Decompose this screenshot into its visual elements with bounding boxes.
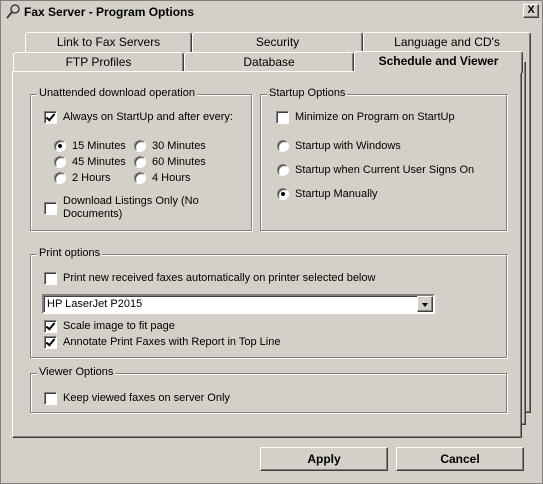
interval-label: 4 Hours (152, 172, 191, 184)
interval-label: 15 Minutes (72, 140, 126, 152)
window-title: Fax Server - Program Options (24, 5, 195, 19)
startup-with-windows-option[interactable]: Startup with Windows (277, 140, 401, 153)
startup-current-user-option[interactable]: Startup when Current User Signs On (277, 164, 474, 177)
tab-database[interactable]: Database (184, 52, 354, 72)
interval-15-minutes[interactable]: 15 Minutes (54, 140, 126, 153)
interval-label: 60 Minutes (152, 156, 206, 168)
cancel-button-label: Cancel (440, 452, 480, 466)
chevron-down-icon[interactable] (417, 296, 433, 312)
interval-2-hours[interactable]: 2 Hours (54, 172, 111, 185)
scale-image-label: Scale image to fit page (63, 320, 175, 332)
startup-radio[interactable] (277, 188, 289, 200)
title-bar[interactable]: Fax Server - Program Options X (2, 2, 541, 22)
print-options-legend: Print options (37, 247, 103, 259)
download-listings-only-checkbox[interactable] (44, 202, 57, 215)
cancel-button[interactable]: Cancel (396, 447, 524, 471)
interval-label: 30 Minutes (152, 140, 206, 152)
interval-radio[interactable] (54, 140, 66, 152)
startup-radio[interactable] (277, 140, 289, 152)
close-button[interactable]: X (523, 4, 539, 18)
startup-option-label: Startup with Windows (295, 140, 401, 152)
interval-radio[interactable] (134, 172, 146, 184)
startup-radio[interactable] (277, 164, 289, 176)
download-listings-only-label: Download Listings Only (No Documents) (63, 195, 199, 220)
interval-label: 45 Minutes (72, 156, 126, 168)
tab-label: Schedule and Viewer (378, 54, 499, 68)
tab-ftp-profiles[interactable]: FTP Profiles (13, 52, 184, 72)
close-icon: X (527, 4, 535, 16)
auto-print-option[interactable]: Print new received faxes automatically o… (44, 272, 375, 285)
tab-label: Security (255, 35, 300, 49)
always-on-startup-checkbox[interactable] (44, 111, 57, 124)
startup-option-label: Startup when Current User Signs On (295, 164, 475, 176)
interval-30-minutes[interactable]: 30 Minutes (134, 140, 206, 153)
scale-image-option[interactable]: Scale image to fit page (44, 320, 175, 333)
interval-60-minutes[interactable]: 60 Minutes (134, 156, 206, 169)
unattended-legend: Unattended download operation (37, 87, 197, 99)
annotate-faxes-checkbox[interactable] (44, 336, 57, 349)
options-window: Fax Server - Program Options X Link to F… (0, 0, 543, 484)
minimize-on-startup-checkbox[interactable] (276, 111, 289, 124)
minimize-on-startup-label: Minimize on Program on StartUp (295, 111, 455, 123)
startup-option-label: Startup Manually (295, 188, 378, 200)
interval-label: 2 Hours (72, 172, 111, 184)
apply-button[interactable]: Apply (260, 447, 388, 471)
interval-radio[interactable] (134, 156, 146, 168)
keep-viewed-faxes-label: Keep viewed faxes on server Only (63, 392, 230, 404)
interval-radio[interactable] (54, 172, 66, 184)
printer-select[interactable]: HP LaserJet P2015 (42, 294, 435, 314)
viewer-options-legend: Viewer Options (37, 366, 116, 378)
keep-viewed-faxes-option[interactable]: Keep viewed faxes on server Only (44, 392, 230, 405)
annotate-faxes-label: Annotate Print Faxes with Report in Top … (63, 336, 281, 348)
always-on-startup-label: Always on StartUp and after every: (63, 111, 233, 123)
tab-label: Link to Fax Servers (56, 35, 161, 49)
tab-label: Database (243, 55, 295, 69)
tab-language-and-cds[interactable]: Language and CD's (363, 32, 531, 52)
auto-print-label: Print new received faxes automatically o… (63, 272, 376, 284)
tab-label: FTP Profiles (65, 55, 132, 69)
tab-schedule-and-viewer[interactable]: Schedule and Viewer (354, 51, 523, 73)
fax-app-icon (5, 4, 21, 20)
minimize-on-startup-option[interactable]: Minimize on Program on StartUp (276, 111, 455, 124)
startup-manually-option[interactable]: Startup Manually (277, 188, 378, 201)
interval-45-minutes[interactable]: 45 Minutes (54, 156, 126, 169)
interval-4-hours[interactable]: 4 Hours (134, 172, 191, 185)
printer-select-value: HP LaserJet P2015 (47, 298, 143, 310)
interval-radio[interactable] (54, 156, 66, 168)
annotate-faxes-option[interactable]: Annotate Print Faxes with Report in Top … (44, 336, 280, 349)
startup-legend: Startup Options (267, 87, 348, 99)
auto-print-checkbox[interactable] (44, 272, 57, 285)
download-listings-only-option[interactable]: Download Listings Only (No Documents) (44, 195, 224, 221)
scale-image-checkbox[interactable] (44, 320, 57, 333)
always-on-startup-option[interactable]: Always on StartUp and after every: (44, 111, 233, 124)
tab-label: Language and CD's (394, 35, 500, 49)
keep-viewed-faxes-checkbox[interactable] (44, 392, 57, 405)
apply-button-label: Apply (307, 452, 341, 466)
tab-link-to-fax-servers[interactable]: Link to Fax Servers (25, 32, 192, 52)
interval-radio[interactable] (134, 140, 146, 152)
tab-security[interactable]: Security (192, 32, 363, 52)
